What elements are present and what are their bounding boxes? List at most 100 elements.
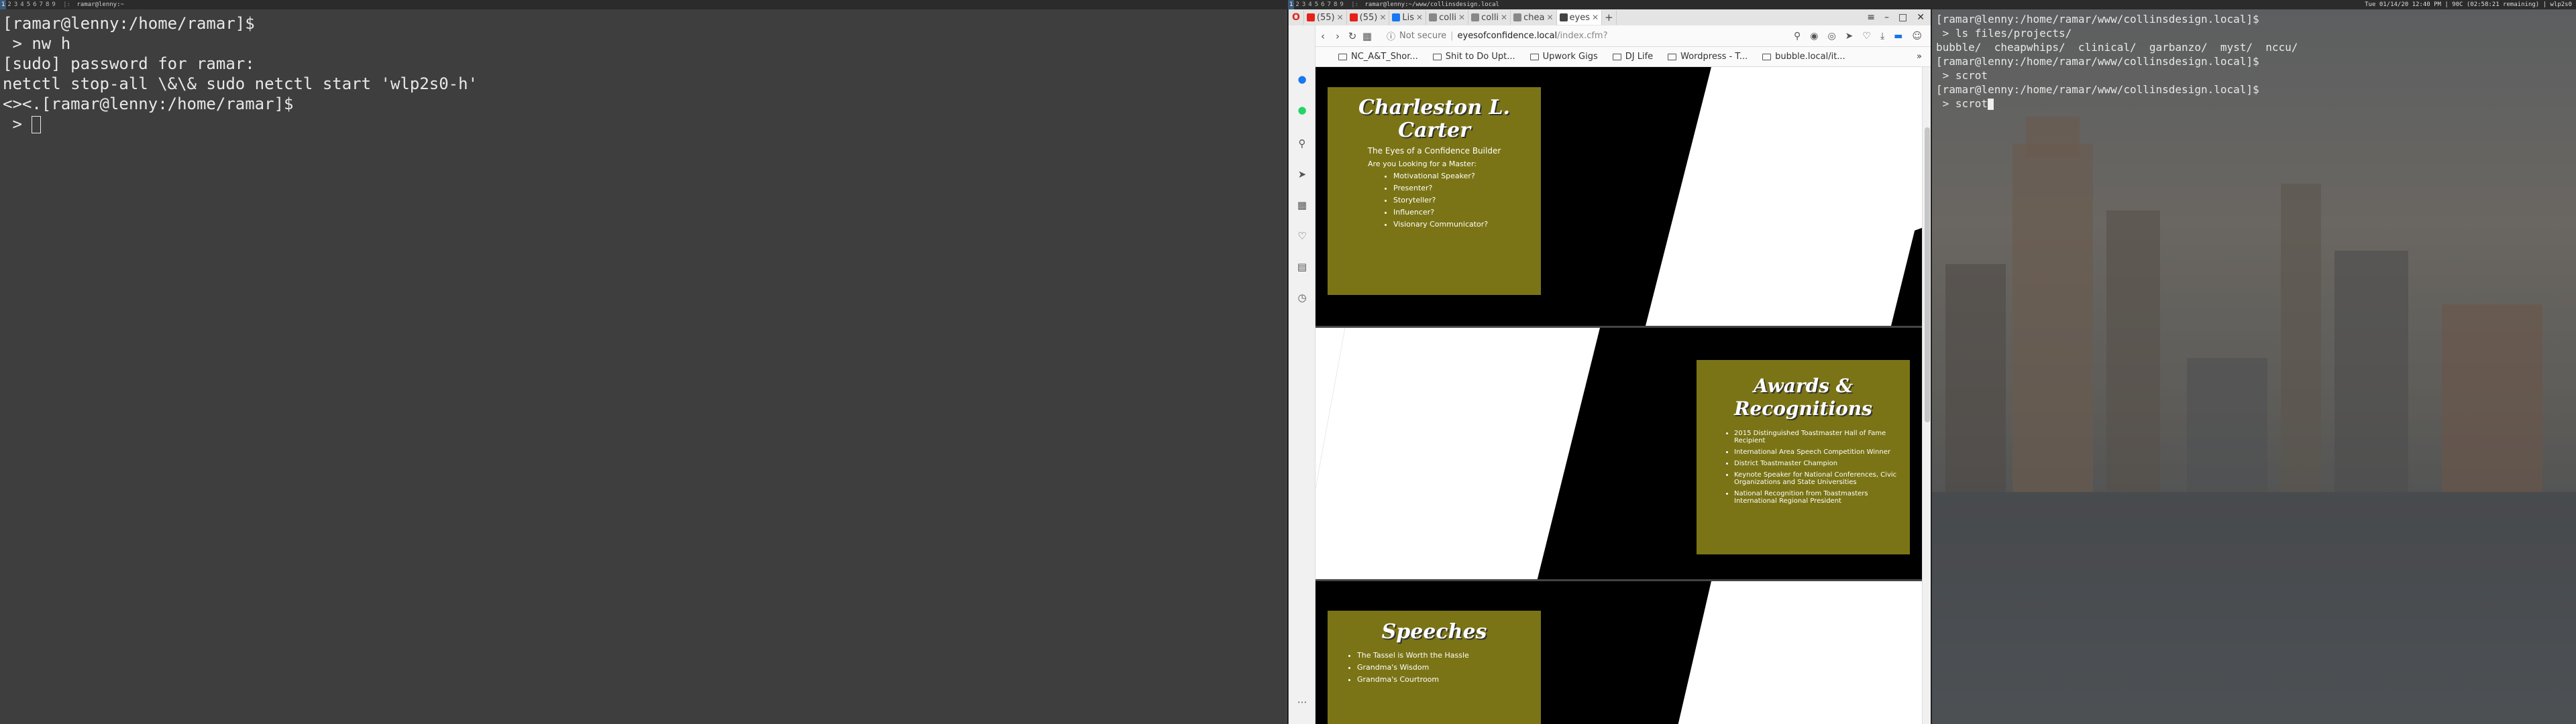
bookmarks-bar: NC_A&T_Shor... Shit to Do Upt... Upwork Gi…: [1316, 47, 1931, 67]
bookmark-item[interactable]: Wordpress - T...: [1668, 52, 1748, 62]
tab-3[interactable]: Lis ✕: [1389, 10, 1427, 25]
speeches-list: The Tassel is Worth the Hassle Grandma's …: [1337, 651, 1532, 684]
news-icon[interactable]: ▤: [1295, 260, 1309, 274]
tab-7[interactable]: eyes ✕: [1556, 10, 1603, 25]
list-item: 2015 Distinguished Toastmaster Hall of F…: [1734, 430, 1900, 444]
workspace-8[interactable]: 8: [44, 0, 50, 9]
workspace-list[interactable]: 123456789: [0, 0, 57, 9]
workspace-9[interactable]: 9: [1338, 0, 1344, 9]
bookmark-item[interactable]: DJ Life: [1612, 52, 1653, 62]
browser-window[interactable]: O (55) ✕ (55) ✕ Lis ✕ colli ✕ colli ✕ chea ✕ eyes ✕ +…: [1288, 9, 1931, 724]
terminal-left[interactable]: [ramar@lenny:/home/ramar]$ > nw h [sudo] …: [0, 9, 1287, 724]
list-item: Grandma's Wisdom: [1357, 663, 1532, 672]
opera-menu-icon[interactable]: O: [1289, 10, 1304, 25]
close-icon[interactable]: ✕: [1917, 12, 1925, 23]
folder-icon: [1338, 53, 1347, 60]
folder-icon: [1762, 53, 1772, 60]
tab-favicon-icon: [1306, 13, 1315, 21]
forward-icon[interactable]: ›: [1330, 30, 1345, 42]
browser-sidebar: ● ● ⚲ ➤ ▦ ♡ ▤ ◷ ···: [1289, 25, 1316, 724]
grid-icon[interactable]: ▦: [1295, 198, 1309, 212]
reload-icon[interactable]: ↻: [1345, 30, 1360, 42]
address-bar: ‹ › ↻ ▦ ⓘ Not secure | eyesofconfidence.…: [1316, 25, 1931, 47]
workspace-4[interactable]: 4: [19, 0, 25, 9]
search-icon[interactable]: ⚲: [1794, 31, 1801, 42]
download-icon[interactable]: ⤓: [1880, 31, 1884, 42]
whatsapp-icon[interactable]: ●: [1295, 103, 1309, 117]
tab-2[interactable]: (55) ✕: [1347, 10, 1390, 25]
history-icon[interactable]: ◷: [1295, 291, 1309, 304]
scrollbar[interactable]: [1922, 67, 1931, 724]
bookmark-item[interactable]: NC_A&T_Shor...: [1338, 52, 1418, 62]
tab-close-icon[interactable]: ✕: [1379, 13, 1386, 22]
messenger-icon[interactable]: ●: [1295, 72, 1309, 86]
awards-panel: Awards & Recognitions 2015 Distinguished…: [1697, 360, 1910, 554]
workspace-7[interactable]: 7: [38, 0, 44, 9]
workspace-3[interactable]: 3: [1301, 0, 1307, 9]
workspace-5[interactable]: 5: [25, 0, 32, 9]
bookmark-item[interactable]: Upwork Gigs: [1529, 52, 1598, 62]
send-icon[interactable]: ➤: [1295, 168, 1309, 181]
workspace-2[interactable]: 2: [1294, 0, 1300, 9]
terminal-line: netctl stop-all \&\& sudo netctl start '…: [3, 74, 478, 93]
tabs-grid-icon[interactable]: ▦: [1360, 30, 1375, 42]
terminal-line: <><.[ramar@lenny:/home/ramar]$: [3, 95, 294, 113]
workspace-3[interactable]: 3: [13, 0, 19, 9]
tab-label: (55): [1359, 12, 1378, 23]
hero-panel: Charleston L. Carter The Eyes of a Confi…: [1328, 87, 1541, 295]
tab-1[interactable]: (55) ✕: [1304, 10, 1347, 25]
tab-label: Lis: [1402, 12, 1415, 23]
send-icon[interactable]: ➤: [1845, 31, 1854, 42]
bookmark-label: bubble.local/it...: [1775, 52, 1845, 62]
tab-close-icon[interactable]: ✕: [1337, 13, 1344, 22]
bookmark-item[interactable]: Shit to Do Upt...: [1432, 52, 1515, 62]
tab-label: colli: [1439, 12, 1457, 23]
terminal-line: bubble/ cheapwhips/ clinical/ garbanzo/ …: [1936, 41, 2298, 54]
tab-close-icon[interactable]: ✕: [1546, 13, 1553, 22]
prompt: > scrot: [1936, 97, 1988, 110]
bookmarks-more[interactable]: »: [1917, 52, 1931, 62]
search-icon[interactable]: ⚲: [1295, 137, 1309, 150]
hero-lead: Are you Looking for a Master:: [1368, 160, 1477, 168]
maximize-icon[interactable]: □: [1898, 12, 1907, 23]
tab-close-icon[interactable]: ✕: [1592, 13, 1599, 22]
workspace-9[interactable]: 9: [50, 0, 56, 9]
new-tab-button[interactable]: +: [1602, 10, 1617, 25]
tab-5[interactable]: colli ✕: [1468, 10, 1511, 25]
workspace-1[interactable]: 1: [0, 0, 7, 9]
heart-icon[interactable]: ♡: [1862, 31, 1871, 42]
workspace-list[interactable]: 123456789: [1288, 0, 1345, 9]
tab-close-icon[interactable]: ✕: [1501, 13, 1507, 22]
minimize-icon[interactable]: –: [1884, 12, 1889, 23]
cursor: [1988, 99, 1994, 110]
page-content[interactable]: Charleston L. Carter The Eyes of a Confi…: [1316, 67, 1922, 724]
hero-subtitle: The Eyes of a Confidence Builder: [1367, 146, 1501, 156]
more-icon[interactable]: ···: [1295, 696, 1309, 709]
vpn-icon[interactable]: ◎: [1827, 31, 1835, 42]
tab-menu-icon[interactable]: ≡: [1867, 12, 1875, 23]
url-field[interactable]: ⓘ Not secure | eyesofconfidence.local/in…: [1387, 29, 1794, 42]
workspace-2[interactable]: 2: [6, 0, 12, 9]
tab-close-icon[interactable]: ✕: [1458, 13, 1465, 22]
tab-4[interactable]: colli ✕: [1426, 10, 1469, 25]
workspace-6[interactable]: 6: [32, 0, 38, 9]
bookmark-item[interactable]: bubble.local/it...: [1762, 52, 1845, 62]
back-icon[interactable]: ‹: [1316, 30, 1330, 42]
tab-6[interactable]: chea ✕: [1511, 10, 1557, 25]
workspace-5[interactable]: 5: [1313, 0, 1320, 9]
camera-icon[interactable]: ◉: [1810, 31, 1818, 42]
awards-list: 2015 Distinguished Toastmaster Hall of F…: [1706, 430, 1900, 505]
workspace-4[interactable]: 4: [1307, 0, 1313, 9]
speeches-panel: Speeches The Tassel is Worth the Hassle G…: [1328, 611, 1541, 724]
scroll-thumb[interactable]: [1925, 127, 1930, 422]
workspace-8[interactable]: 8: [1332, 0, 1338, 9]
heart-icon[interactable]: ♡: [1295, 229, 1309, 243]
terminal-right[interactable]: [ramar@lenny:/home/ramar/www/collinsdesi…: [1932, 9, 2576, 724]
workspace-1[interactable]: 1: [1288, 0, 1295, 9]
extension-icon[interactable]: ▬: [1894, 31, 1902, 42]
account-icon[interactable]: ☺: [1912, 31, 1922, 42]
list-item: National Recognition from Toastmasters I…: [1734, 490, 1900, 505]
workspace-6[interactable]: 6: [1320, 0, 1326, 9]
tab-close-icon[interactable]: ✕: [1416, 13, 1423, 22]
workspace-7[interactable]: 7: [1326, 0, 1332, 9]
